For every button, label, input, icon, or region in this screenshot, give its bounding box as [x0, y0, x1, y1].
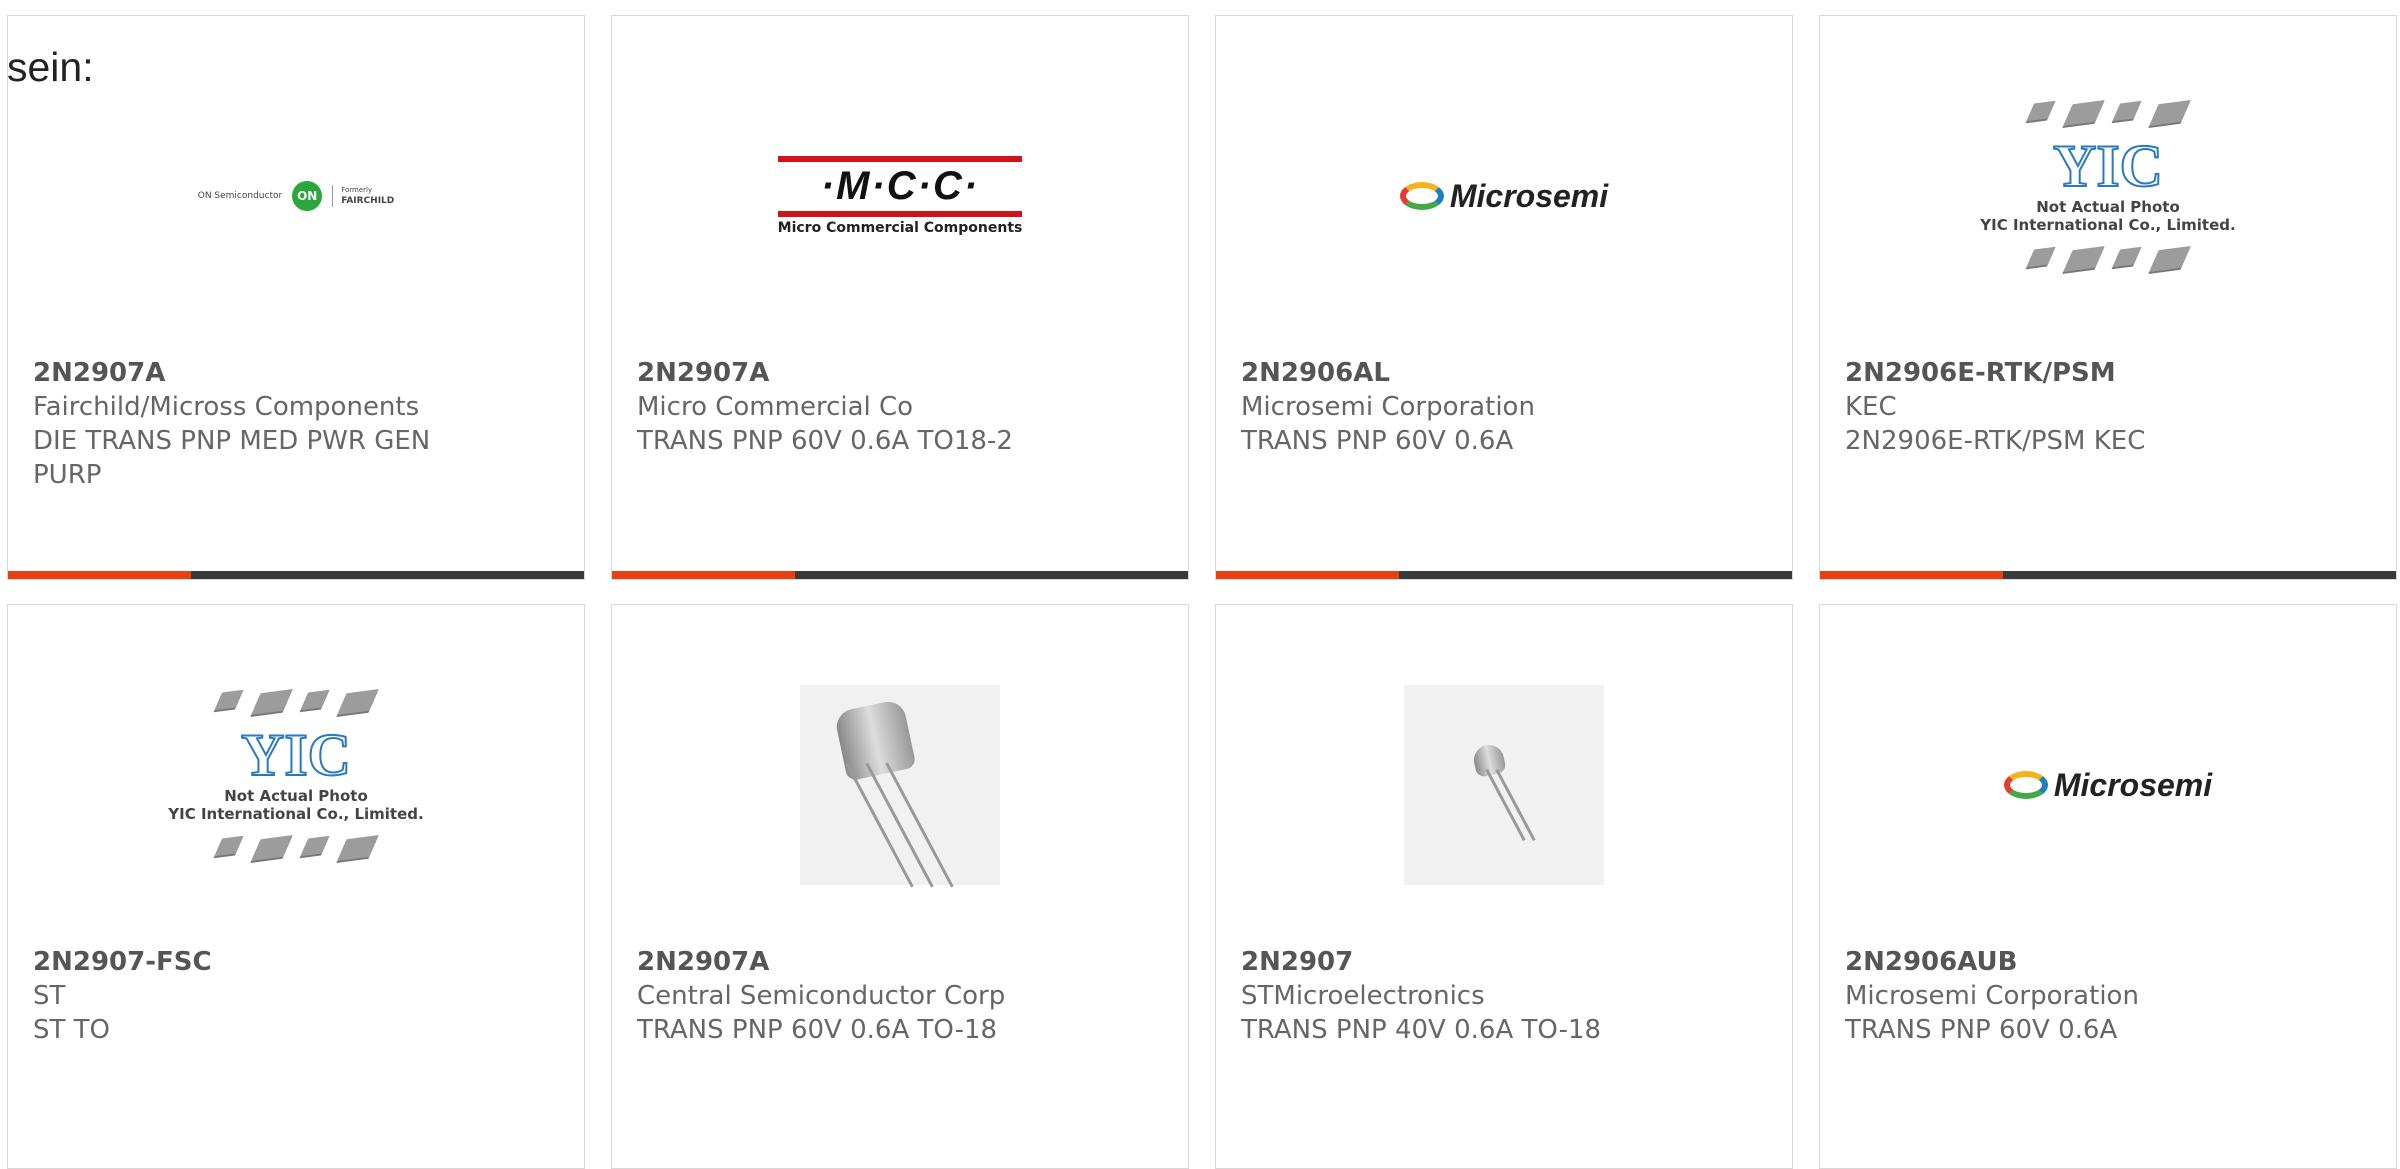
description: TRANS PNP 60V 0.6A TO18-2 [637, 426, 1013, 456]
card-bar [8, 571, 584, 579]
part-number[interactable]: 2N2906AL [1241, 356, 1671, 390]
description: ST TO [33, 1015, 110, 1045]
logo-text: Microsemi [1449, 177, 1609, 214]
manufacturer: Micro Commercial Co [637, 392, 914, 422]
part-number[interactable]: 2N2907A [637, 356, 1067, 390]
manufacturer: KEC [1845, 392, 1897, 422]
description: TRANS PNP 60V 0.6A [1845, 1015, 2118, 1045]
logo-text: YIC International Co., Limited. [168, 805, 424, 823]
logo-text: FAIRCHILD [341, 196, 395, 206]
product-image [612, 655, 1188, 915]
description: 2N2906E-RTK/PSM KEC [1845, 426, 2146, 456]
product-card[interactable]: ·M·C·C· Micro Commercial Components 2N29… [611, 15, 1189, 580]
product-card[interactable]: 2N2907A Central Semiconductor Corp TRANS… [611, 604, 1189, 1169]
product-image: ON Semiconductor ON Formerly FAIRCHILD [8, 66, 584, 326]
logo-text: Not Actual Photo [2036, 198, 2180, 216]
part-number[interactable]: 2N2907 [1241, 945, 1671, 979]
product-card[interactable]: Microsemi 2N2906AUB Microsemi Corporatio… [1819, 604, 2397, 1169]
logo-text: YIC International Co., Limited. [1980, 216, 2236, 234]
card-bar [1820, 571, 2396, 579]
product-image: Microsemi [1820, 655, 2396, 915]
description: TRANS PNP 60V 0.6A [1241, 426, 1514, 456]
product-card[interactable]: YIC Not Actual Photo YIC International C… [7, 604, 585, 1169]
description: TRANS PNP 60V 0.6A TO-18 [637, 1015, 998, 1045]
intro-text: sein: [7, 44, 94, 90]
product-image: Microsemi [1216, 66, 1792, 326]
microsemi-swirl-icon [2003, 771, 2048, 799]
microsemi-swirl-icon [1399, 182, 1444, 210]
microsemi-logo: Microsemi [1399, 177, 1609, 215]
part-number[interactable]: 2N2906AUB [1845, 945, 2275, 979]
yic-placeholder: YIC Not Actual Photo YIC International C… [1980, 100, 2236, 272]
part-number[interactable]: 2N2907-FSC [33, 945, 463, 979]
on-logo-icon: ON [292, 181, 323, 211]
yic-logo-icon: YIC [240, 722, 352, 788]
manufacturer: Microsemi Corporation [1845, 981, 2139, 1011]
to18-photo [800, 685, 1000, 888]
logo-text: Formerly [341, 186, 373, 194]
card-bar [612, 571, 1188, 579]
logo-text: ON Semiconductor [197, 191, 283, 201]
product-card[interactable]: YIC Not Actual Photo YIC International C… [1819, 15, 2397, 580]
product-grid: ON Semiconductor ON Formerly FAIRCHILD 2… [0, 15, 2400, 1169]
manufacturer: STMicroelectronics [1241, 981, 1485, 1011]
logo-text: Micro Commercial Components [777, 220, 1023, 236]
mcc-logo: ·M·C·C· Micro Commercial Components [777, 156, 1023, 236]
manufacturer: Microsemi Corporation [1241, 392, 1535, 422]
product-card[interactable]: ON Semiconductor ON Formerly FAIRCHILD 2… [7, 15, 585, 580]
logo-text: ·M·C·C· [777, 156, 1023, 217]
yic-logo-icon: YIC [2052, 133, 2164, 199]
manufacturer: ST [33, 981, 66, 1011]
manufacturer: Central Semiconductor Corp [637, 981, 1006, 1011]
product-image: ·M·C·C· Micro Commercial Components [612, 66, 1188, 326]
description: DIE TRANS PNP MED PWR GEN PURP [33, 426, 431, 490]
product-image [1216, 655, 1792, 915]
on-semi-fairchild-logo: ON Semiconductor ON Formerly FAIRCHILD [197, 181, 395, 211]
product-image: YIC Not Actual Photo YIC International C… [1820, 56, 2396, 316]
part-number[interactable]: 2N2906E-RTK/PSM [1845, 356, 2275, 390]
to18-photo-small [1404, 685, 1604, 885]
card-bar [1216, 571, 1792, 579]
part-number[interactable]: 2N2907A [33, 356, 463, 390]
description: TRANS PNP 40V 0.6A TO-18 [1241, 1015, 1602, 1045]
manufacturer: Fairchild/Micross Components [33, 392, 420, 422]
microsemi-logo: Microsemi [2003, 766, 2213, 804]
product-image: YIC Not Actual Photo YIC International C… [8, 645, 584, 905]
product-card[interactable]: Microsemi 2N2906AL Microsemi Corporation… [1215, 15, 1793, 580]
logo-text: Not Actual Photo [224, 787, 368, 805]
logo-text: Microsemi [2053, 766, 2213, 803]
product-card[interactable]: 2N2907 STMicroelectronics TRANS PNP 40V … [1215, 604, 1793, 1169]
part-number[interactable]: 2N2907A [637, 945, 1067, 979]
yic-placeholder: YIC Not Actual Photo YIC International C… [168, 689, 424, 861]
